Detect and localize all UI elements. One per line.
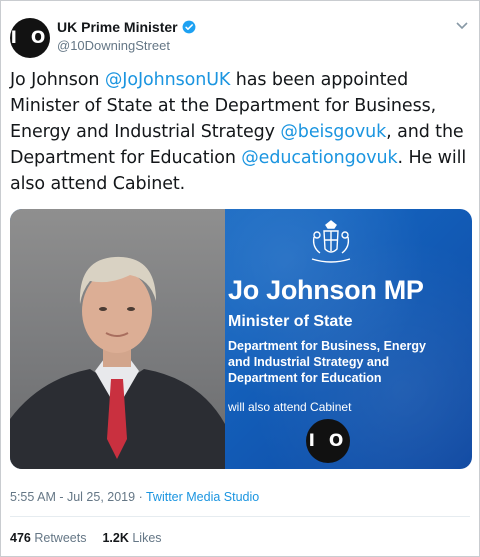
royal-crest-icon xyxy=(311,220,351,263)
divider xyxy=(10,516,470,517)
cabinet-note: will also attend Cabinet xyxy=(228,400,352,414)
avatar[interactable]: I O xyxy=(10,18,50,58)
tweet-text-segment: Jo Johnson xyxy=(10,70,105,90)
retweets-label: Retweets xyxy=(34,531,87,545)
author-name-row: UK Prime Minister xyxy=(57,19,196,35)
mention-link[interactable]: @JoJohnsonUK xyxy=(105,70,231,90)
minister-department: Department for Business, Energy and Indu… xyxy=(228,339,426,385)
minister-name: Jo Johnson MP xyxy=(228,275,424,305)
chevron-down-icon[interactable] xyxy=(455,21,469,31)
mention-link[interactable]: @beisgovuk xyxy=(280,122,386,142)
author-block: UK Prime Minister @10DowningStreet xyxy=(57,19,196,53)
tweet-card: I O UK Prime Minister @10DowningStreet J… xyxy=(0,0,480,557)
retweets-count: 476 xyxy=(10,531,31,545)
tweet-timestamp[interactable]: 5:55 AM - Jul 25, 2019 xyxy=(10,490,135,504)
tweet-text: Jo Johnson @JoJohnsonUK has been appoint… xyxy=(10,67,472,197)
likes-count: 1.2K xyxy=(102,531,129,545)
display-name[interactable]: UK Prime Minister xyxy=(57,19,178,35)
portrait-photo xyxy=(10,209,225,469)
downing-street-logo: I O xyxy=(306,419,350,463)
tweet-media-image[interactable]: Jo Johnson MP Minister of State Departme… xyxy=(10,209,472,469)
handle[interactable]: @10DowningStreet xyxy=(57,38,196,53)
tweet-source-link[interactable]: Twitter Media Studio xyxy=(146,490,259,504)
meta-separator: · xyxy=(135,490,146,504)
portrait-illustration xyxy=(10,256,225,469)
verified-badge-icon xyxy=(182,20,196,34)
mention-link[interactable]: @educationgovuk xyxy=(241,148,397,168)
likes-stat[interactable]: 1.2K Likes xyxy=(102,531,161,545)
tweet-stats: 476 Retweets 1.2K Likes xyxy=(10,531,162,545)
retweets-stat[interactable]: 476 Retweets xyxy=(10,531,86,545)
minister-role: Minister of State xyxy=(228,313,353,330)
tweet-meta: 5:55 AM - Jul 25, 2019 · Twitter Media S… xyxy=(10,490,259,504)
likes-label: Likes xyxy=(132,531,162,545)
